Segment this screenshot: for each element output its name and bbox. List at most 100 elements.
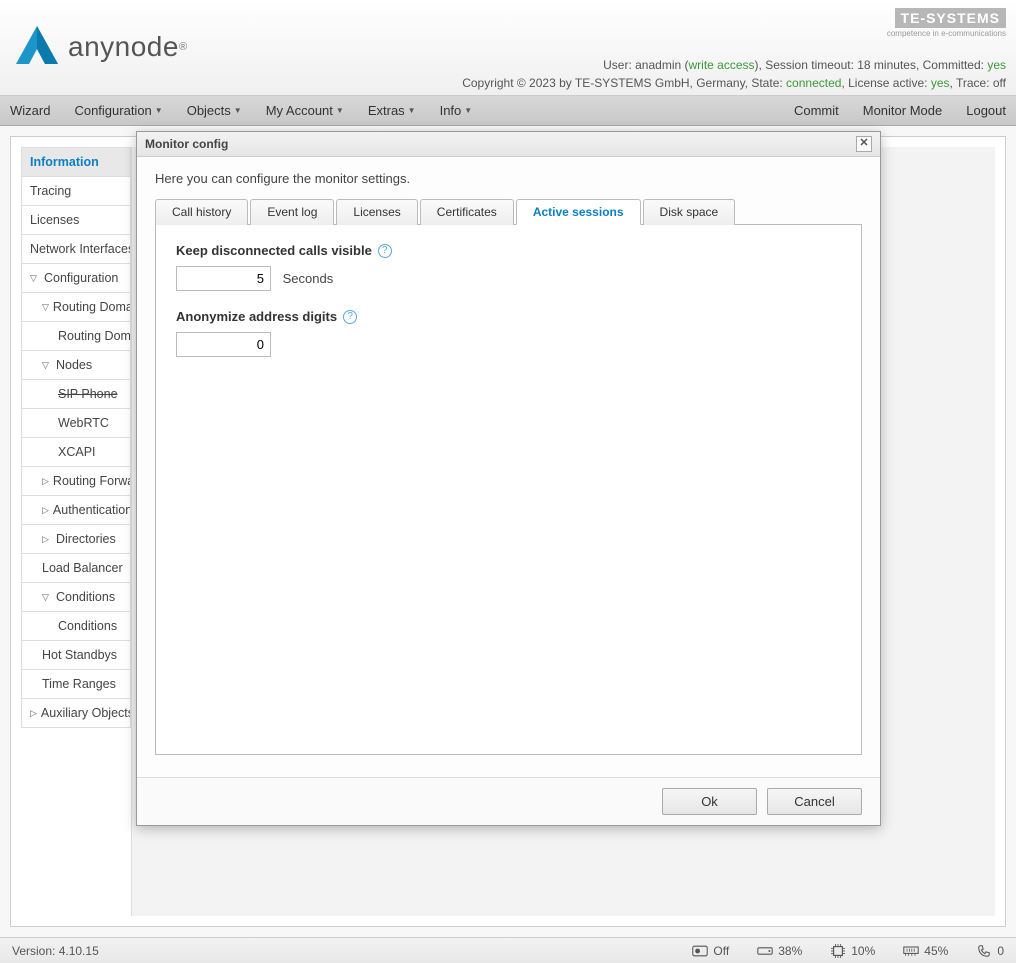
anynode-logo-icon — [12, 22, 62, 72]
sidebar-item[interactable]: Hot Standbys — [21, 641, 131, 670]
disk-status: 38% — [757, 944, 802, 958]
dialog-title: Monitor config — [145, 137, 228, 151]
chevron-down-icon: ▽ — [42, 302, 49, 313]
caret-down-icon: ▼ — [155, 106, 163, 115]
dialog-description: Here you can configure the monitor setti… — [155, 171, 862, 186]
caret-down-icon: ▼ — [408, 106, 416, 115]
dialog-titlebar[interactable]: Monitor config ✕ — [137, 132, 880, 157]
header-line-1: User: anadmin (write access), Session ti… — [462, 56, 1006, 74]
sidebar-item[interactable]: Information — [21, 147, 131, 177]
sidebar-item[interactable]: SIP Phone — [21, 380, 131, 409]
sidebar-item[interactable]: ▽Nodes — [21, 351, 131, 380]
header-status-lines: User: anadmin (write access), Session ti… — [462, 56, 1006, 92]
sidebar-item[interactable]: XCAPI — [21, 438, 131, 467]
menu-logout[interactable]: Logout — [966, 103, 1006, 118]
sidebar-item[interactable]: Routing Domain — [21, 322, 131, 351]
memory-icon — [903, 944, 919, 958]
sidebar-item-label: Routing Domain — [58, 329, 131, 343]
tab-disk-space[interactable]: Disk space — [643, 199, 736, 225]
keep-disconnected-row: Keep disconnected calls visible ? Second… — [176, 243, 841, 291]
anonymize-row: Anonymize address digits ? — [176, 309, 841, 357]
menu-configuration[interactable]: Configuration▼ — [74, 103, 162, 118]
chevron-right-icon: ▷ — [42, 476, 49, 487]
sidebar-item[interactable]: Network Interfaces — [21, 235, 131, 264]
sidebar-item-label: Authentication — [53, 503, 131, 517]
menu-commit[interactable]: Commit — [794, 103, 839, 118]
sidebar-item[interactable]: ▷ Auxiliary Objects — [21, 699, 131, 728]
caret-down-icon: ▼ — [464, 106, 472, 115]
ok-button[interactable]: Ok — [662, 788, 757, 815]
sidebar-item[interactable]: Conditions — [21, 612, 131, 641]
chevron-down-icon: ▽ — [42, 592, 52, 603]
sidebar-item-label: Auxiliary Objects — [41, 706, 131, 720]
sidebar-item-label: Configuration — [44, 271, 118, 285]
caret-down-icon: ▼ — [336, 106, 344, 115]
tab-event-log[interactable]: Event log — [250, 199, 334, 225]
sidebar-item[interactable]: WebRTC — [21, 409, 131, 438]
calls-status: 0 — [976, 944, 1004, 958]
sidebar-item[interactable]: ▽ Routing Domains — [21, 293, 131, 322]
te-systems-logo: TE-SYSTEMS competence in e-communication… — [887, 8, 1006, 38]
sidebar-item-label: Network Interfaces — [30, 242, 131, 256]
sidebar-item-label: Directories — [56, 532, 116, 546]
chevron-down-icon: ▽ — [30, 273, 40, 284]
tab-call-history[interactable]: Call history — [155, 199, 248, 225]
chevron-right-icon: ▷ — [42, 534, 52, 545]
cpu-status: 10% — [830, 944, 875, 958]
menu-wizard[interactable]: Wizard — [10, 103, 50, 118]
tab-active-sessions[interactable]: Active sessions — [516, 199, 641, 225]
brand-registered: ® — [179, 41, 187, 53]
sidebar-item[interactable]: Load Balancer — [21, 554, 131, 583]
sidebar-item-label: Conditions — [56, 590, 115, 604]
header-line-2: Copyright © 2023 by TE-SYSTEMS GmbH, Ger… — [462, 74, 1006, 92]
sidebar-item-label: Nodes — [56, 358, 92, 372]
record-icon — [692, 944, 708, 958]
sidebar-item[interactable]: Licenses — [21, 206, 131, 235]
sidebar-item-label: Routing Domains — [53, 300, 131, 314]
sidebar-item-label: WebRTC — [58, 416, 109, 430]
chevron-right-icon: ▷ — [42, 505, 49, 516]
menu-extras[interactable]: Extras▼ — [368, 103, 416, 118]
menu-info[interactable]: Info▼ — [440, 103, 473, 118]
sidebar-item[interactable]: Tracing — [21, 177, 131, 206]
brand-name: anynode — [68, 31, 179, 63]
sidebar-item[interactable]: ▷ Routing Forwarding — [21, 467, 131, 496]
keep-disconnected-input[interactable] — [176, 266, 271, 291]
sidebar-item[interactable]: ▽ Conditions — [21, 583, 131, 612]
sidebar-item[interactable]: Time Ranges — [21, 670, 131, 699]
cancel-button[interactable]: Cancel — [767, 788, 862, 815]
sidebar-item-label: Information — [30, 155, 99, 169]
anonymize-label: Anonymize address digits ? — [176, 309, 841, 324]
sidebar-item[interactable]: ▽ Configuration — [21, 264, 131, 293]
dialog-body: Here you can configure the monitor setti… — [137, 157, 880, 777]
sidebar-item[interactable]: ▷ Authentication — [21, 496, 131, 525]
menu-my-account[interactable]: My Account▼ — [266, 103, 344, 118]
menu-monitor-mode[interactable]: Monitor Mode — [863, 103, 942, 118]
sidebar-item[interactable]: ▷ Directories — [21, 525, 131, 554]
help-icon[interactable]: ? — [343, 310, 357, 324]
keep-disconnected-label: Keep disconnected calls visible ? — [176, 243, 841, 258]
sidebar-item-label: SIP Phone — [58, 387, 118, 401]
sidebar-item-label: Hot Standbys — [42, 648, 117, 662]
disk-icon — [757, 944, 773, 958]
sidebar-item-label: Routing Forwarding — [53, 474, 131, 488]
tab-licenses[interactable]: Licenses — [336, 199, 417, 225]
sidebar-item-label: XCAPI — [58, 445, 96, 459]
dialog-footer: Ok Cancel — [137, 777, 880, 825]
anonymize-input[interactable] — [176, 332, 271, 357]
menu-objects[interactable]: Objects▼ — [187, 103, 242, 118]
sidebar-item-label: Time Ranges — [42, 677, 116, 691]
version-label: Version: 4.10.15 — [12, 944, 99, 958]
te-systems-name: TE-SYSTEMS — [895, 8, 1006, 28]
keep-disconnected-unit: Seconds — [283, 271, 334, 286]
memory-status: 45% — [903, 944, 948, 958]
dialog-tabs: Call history Event log Licenses Certific… — [155, 198, 862, 225]
brand-logo: anynode ® — [12, 22, 187, 72]
chevron-right-icon: ▷ — [30, 708, 37, 719]
close-icon[interactable]: ✕ — [856, 136, 872, 152]
app-header: anynode ® TE-SYSTEMS competence in e-com… — [0, 0, 1016, 96]
sidebar-item-label: Conditions — [58, 619, 117, 633]
help-icon[interactable]: ? — [378, 244, 392, 258]
te-systems-tagline: competence in e-communications — [887, 29, 1006, 38]
tab-certificates[interactable]: Certificates — [420, 199, 514, 225]
